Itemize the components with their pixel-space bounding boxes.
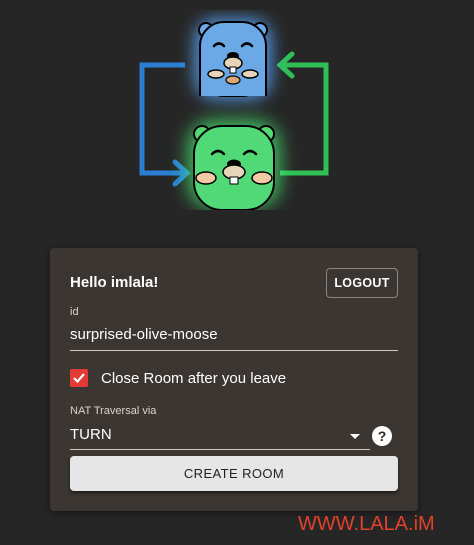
create-room-button[interactable]: CREATE ROOM [70,456,398,491]
room-card: Hello imlala! LOGOUT id surprised-olive-… [50,248,418,511]
nat-traversal-select[interactable]: TURN [70,421,370,450]
nat-traversal-label: NAT Traversal via [70,405,157,417]
watermark-text: WWW.LALA.iM [298,513,435,535]
green-gopher-icon [188,120,280,210]
logout-button[interactable]: LOGOUT [326,268,398,298]
nat-traversal-value: TURN [70,426,112,443]
dropdown-arrow-icon [350,434,360,439]
green-arrow-icon [276,51,329,176]
blue-arrow-icon [139,62,191,187]
greeting-text: Hello imlala! [70,274,159,291]
checkmark-icon [73,373,85,384]
blue-gopher-icon [194,18,272,100]
id-field[interactable]: surprised-olive-moose [70,322,398,351]
close-room-checkbox-row[interactable]: Close Room after you leave [70,366,286,390]
close-room-checkbox[interactable] [70,369,88,387]
id-value: surprised-olive-moose [70,326,218,343]
id-label: id [70,306,79,318]
help-icon[interactable]: ? [372,426,392,446]
gopher-logo-icon [139,18,329,210]
close-room-label: Close Room after you leave [101,369,287,387]
